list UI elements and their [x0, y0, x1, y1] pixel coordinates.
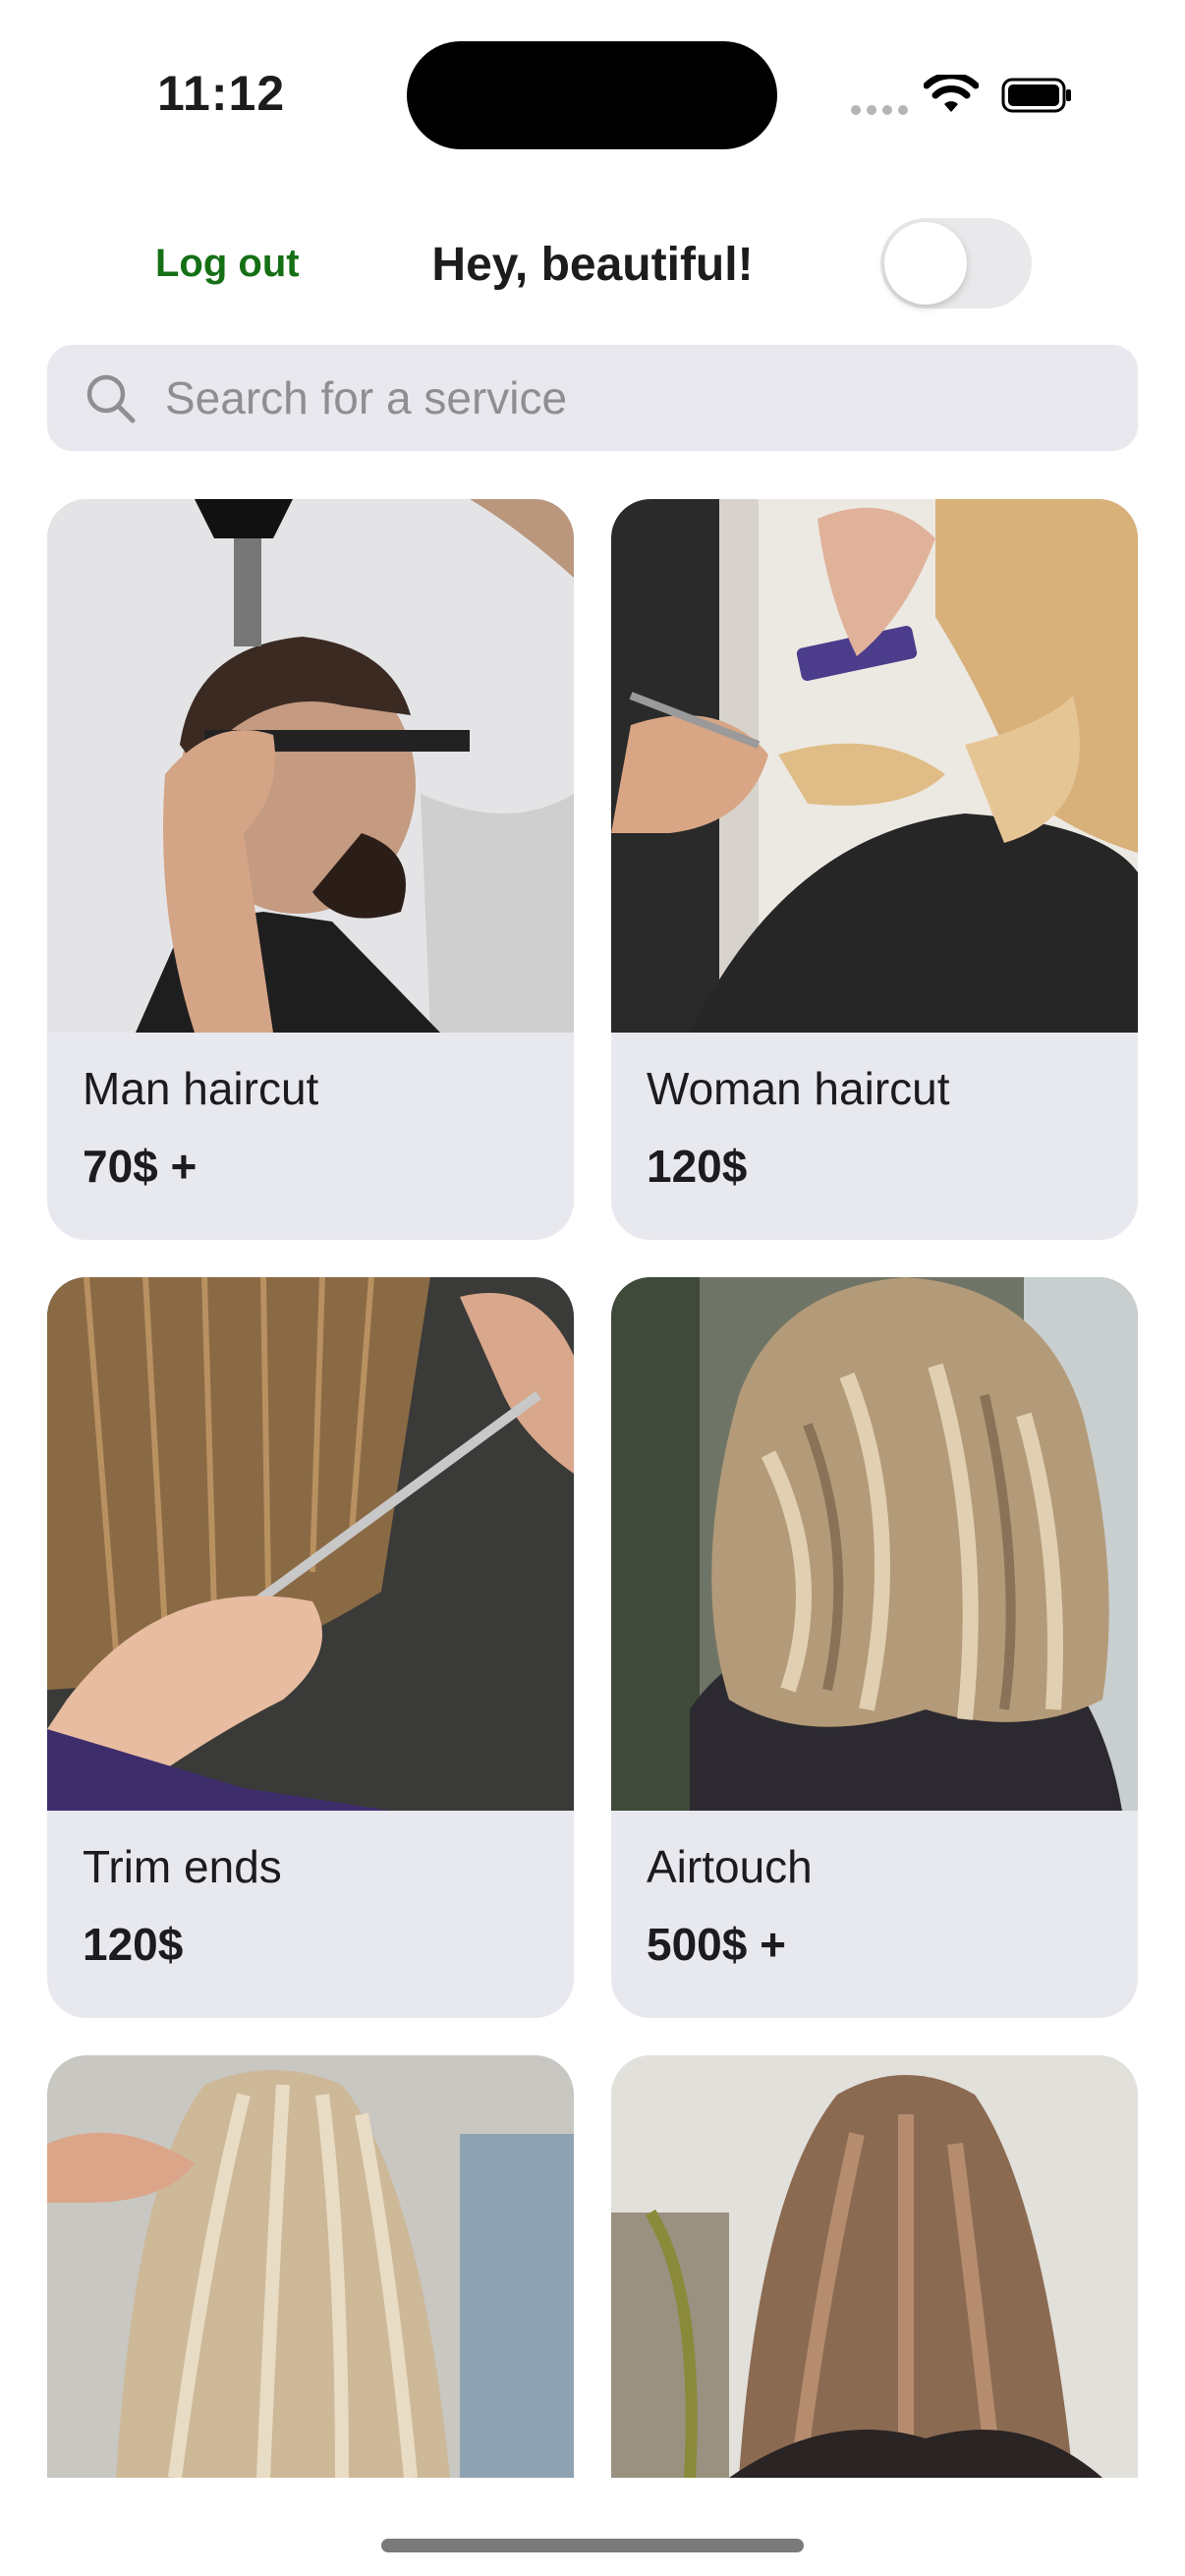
- wifi-icon: [924, 75, 979, 112]
- service-price: 500$ +: [647, 1919, 786, 1970]
- trim-ends-photo: [47, 1277, 574, 1811]
- service-name: Woman haircut: [647, 1063, 950, 1114]
- dynamic-island: [407, 41, 777, 149]
- toggle-knob: [884, 222, 967, 305]
- service-card-airtouch[interactable]: Airtouch 500$ +: [611, 1277, 1138, 2018]
- mode-toggle[interactable]: [880, 218, 1032, 308]
- search-input[interactable]: [165, 345, 1108, 451]
- battery-icon: [1001, 78, 1071, 113]
- search-bar[interactable]: [47, 345, 1138, 451]
- service-card-woman-haircut[interactable]: Woman haircut 120$: [611, 499, 1138, 1240]
- service-card-5[interactable]: [47, 2055, 574, 2478]
- woman-haircut-photo: [611, 499, 1138, 1033]
- service-card-6[interactable]: [611, 2055, 1138, 2478]
- service-name: Man haircut: [83, 1063, 319, 1114]
- home-indicator[interactable]: [381, 2539, 804, 2552]
- airtouch-photo: [611, 1277, 1138, 1811]
- service-price: 70$ +: [83, 1141, 198, 1192]
- service-card-man-haircut[interactable]: Man haircut 70$ +: [47, 499, 574, 1240]
- service-price: 120$: [647, 1141, 748, 1192]
- service-photo: [47, 2055, 574, 2478]
- service-price: 120$: [83, 1919, 184, 1970]
- man-haircut-photo: [47, 499, 574, 1033]
- service-card-trim-ends[interactable]: Trim ends 120$: [47, 1277, 574, 2018]
- service-name: Airtouch: [647, 1841, 813, 1892]
- status-time: 11:12: [157, 66, 286, 121]
- service-photo: [611, 2055, 1138, 2478]
- search-icon: [86, 374, 136, 423]
- cellular-signal-icon: [851, 102, 914, 120]
- service-name: Trim ends: [83, 1841, 282, 1892]
